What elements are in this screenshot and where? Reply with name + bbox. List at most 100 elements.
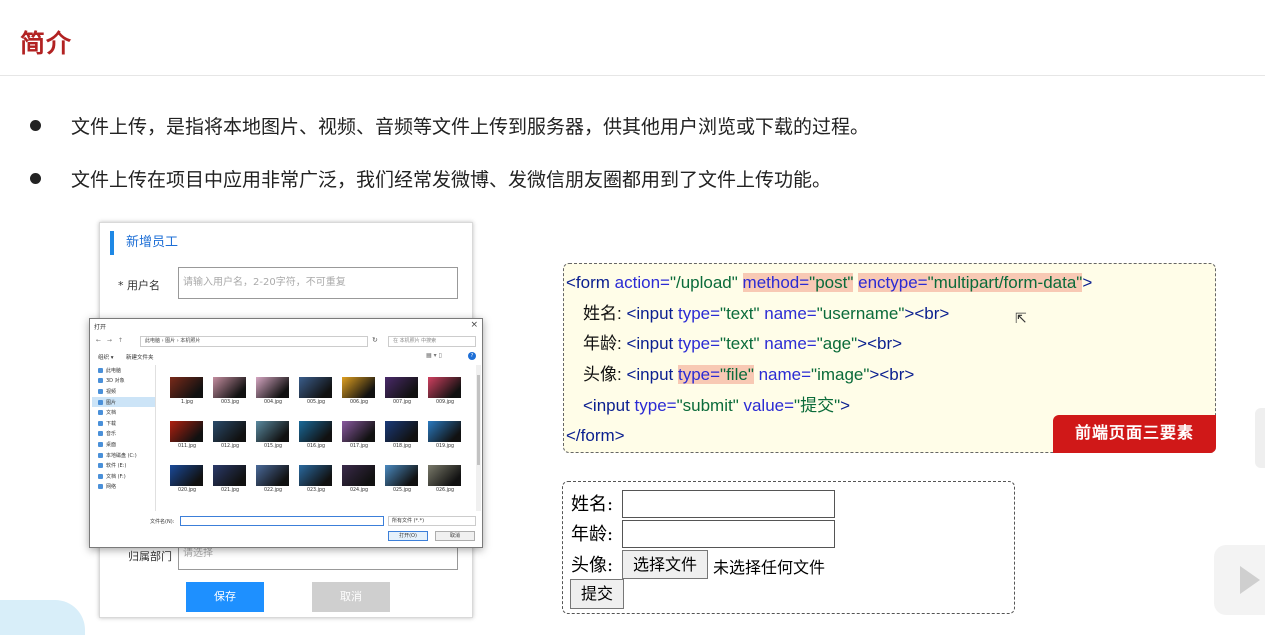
- file-thumbnail[interactable]: 016.jpg: [299, 421, 333, 451]
- file-thumbnail[interactable]: 015.jpg: [256, 421, 290, 451]
- save-button[interactable]: 保存: [186, 582, 264, 612]
- file-thumbnail[interactable]: 007.jpg: [385, 377, 419, 407]
- file-name: 025.jpg: [392, 488, 412, 493]
- name-input[interactable]: [622, 490, 835, 518]
- file-thumbnail[interactable]: 018.jpg: [385, 421, 419, 451]
- sidebar-item[interactable]: 图片: [92, 396, 155, 408]
- file-thumbnail[interactable]: 019.jpg: [428, 421, 462, 451]
- file-thumbnail[interactable]: 022.jpg: [256, 465, 290, 495]
- folder-icon: [98, 420, 103, 426]
- file-thumbnail[interactable]: 021.jpg: [213, 465, 247, 495]
- file-name: 1.jpg: [181, 400, 193, 405]
- folder-icon: [98, 441, 103, 447]
- sidebar-item-label: 图片: [106, 399, 117, 406]
- search-input[interactable]: 在 本机照片 中搜索: [388, 336, 476, 347]
- file-status-text: 未选择任何文件: [713, 558, 826, 577]
- file-name: 026.jpg: [435, 488, 455, 493]
- image-preview: [385, 465, 418, 486]
- sidebar-item-label: 下载: [106, 420, 117, 427]
- help-icon[interactable]: ?: [468, 352, 476, 360]
- slide: 简介 文件上传，是指将本地图片、视频、音频等文件上传到服务器，供其他用户浏览或下…: [0, 0, 1265, 635]
- nav-arrows-icon[interactable]: ← → ↑: [96, 337, 125, 344]
- file-thumbnail[interactable]: 006.jpg: [342, 377, 376, 407]
- image-preview: [213, 465, 246, 486]
- code-line-username: 姓名: <input type="text" name="username"><…: [583, 304, 950, 323]
- file-thumbnail[interactable]: 1.jpg: [170, 377, 204, 407]
- file-name: 006.jpg: [349, 400, 369, 405]
- file-name: 011.jpg: [177, 444, 197, 449]
- folder-icon: [98, 388, 103, 394]
- sidebar-item[interactable]: 此电脑: [92, 365, 155, 376]
- image-preview: [428, 377, 461, 398]
- choose-file-button[interactable]: 选择文件: [622, 550, 708, 579]
- username-input[interactable]: 请输入用户名，2-20字符，不可重复: [178, 267, 458, 299]
- sidebar-item[interactable]: 下载: [92, 418, 155, 429]
- code-snippet: <form action="/upload" method="post" enc…: [563, 263, 1216, 453]
- file-thumbnail[interactable]: 005.jpg: [299, 377, 333, 407]
- refresh-icon[interactable]: ↻: [372, 336, 378, 344]
- open-button[interactable]: 打开(O): [388, 531, 428, 541]
- submit-button[interactable]: 提交: [570, 579, 624, 609]
- folder-icon: [98, 484, 103, 490]
- sidebar-item-label: 文档: [106, 410, 117, 417]
- folder-icon: [98, 473, 103, 479]
- image-preview: [428, 465, 461, 486]
- file-thumbnail[interactable]: 009.jpg: [428, 377, 462, 407]
- file-thumbnail[interactable]: 003.jpg: [213, 377, 247, 407]
- slide-title: 简介: [20, 29, 73, 58]
- sidebar-item[interactable]: 视频: [92, 386, 155, 397]
- file-thumbnail[interactable]: 023.jpg: [299, 465, 333, 495]
- sidebar-item-label: 网络: [106, 484, 117, 491]
- filename-input[interactable]: [180, 516, 384, 526]
- sidebar-item[interactable]: 音乐: [92, 429, 155, 440]
- file-name: 023.jpg: [306, 488, 326, 493]
- bullet-text: 文件上传在项目中应用非常广泛，我们经常发微博、发微信朋友圈都用到了文件上传功能。: [71, 169, 832, 191]
- file-name: 020.jpg: [177, 488, 197, 493]
- title-divider: [0, 75, 1265, 76]
- scrollbar-thumb[interactable]: [477, 375, 480, 465]
- folder-icon: [98, 452, 103, 458]
- image-preview: [170, 377, 203, 398]
- dialog-cancel-button[interactable]: 取消: [435, 531, 475, 541]
- decorative-wave: [0, 600, 85, 635]
- sidebar-item-label: 3D 对象: [106, 378, 125, 385]
- sidebar-item[interactable]: 3D 对象: [92, 376, 155, 387]
- sidebar-item[interactable]: 网络: [92, 482, 155, 493]
- new-folder-button[interactable]: 新建文件夹: [126, 353, 154, 361]
- file-thumbnail[interactable]: 012.jpg: [213, 421, 247, 451]
- file-thumbnail[interactable]: 026.jpg: [428, 465, 462, 495]
- code-line-submit: <input type="submit" value="提交">: [583, 396, 851, 415]
- play-icon[interactable]: [1240, 566, 1260, 594]
- folder-icon: [98, 410, 103, 416]
- sidebar-item[interactable]: 文档 (F:): [92, 471, 155, 482]
- file-thumbnail[interactable]: 025.jpg: [385, 465, 419, 495]
- folder-icon: [98, 463, 103, 469]
- age-label: 年龄:: [571, 524, 614, 545]
- scrollbar[interactable]: [476, 365, 481, 511]
- age-input[interactable]: [622, 520, 835, 548]
- organize-button[interactable]: 组织 ▾: [98, 353, 114, 361]
- close-icon[interactable]: ×: [470, 320, 478, 330]
- cancel-button[interactable]: 取消: [312, 582, 390, 612]
- image-preview: [170, 465, 203, 486]
- sidebar-item[interactable]: 软件 (E:): [92, 460, 155, 471]
- sidebar-item[interactable]: 本地磁盘 (C:): [92, 450, 155, 461]
- side-tab[interactable]: [1255, 408, 1265, 468]
- filetype-select[interactable]: 所有文件 (*.*): [388, 516, 476, 526]
- file-thumbnail[interactable]: 017.jpg: [342, 421, 376, 451]
- file-thumbnail[interactable]: 004.jpg: [256, 377, 290, 407]
- image-preview: [256, 421, 289, 442]
- file-thumbnail[interactable]: 020.jpg: [170, 465, 204, 495]
- sidebar-item[interactable]: 文档: [92, 407, 155, 418]
- file-thumbnail[interactable]: 011.jpg: [170, 421, 204, 451]
- username-label: * 用户名: [118, 279, 160, 292]
- view-options-icon[interactable]: ▦ ▾ ▯: [426, 352, 442, 359]
- file-thumbnail[interactable]: 024.jpg: [342, 465, 376, 495]
- sidebar-item[interactable]: 桌面: [92, 439, 155, 450]
- image-preview: [385, 377, 418, 398]
- folder-icon: [98, 431, 103, 437]
- folder-icon: [98, 367, 103, 373]
- bullet-item: 文件上传在项目中应用非常广泛，我们经常发微博、发微信朋友圈都用到了文件上传功能。: [30, 165, 831, 192]
- sidebar-item-label: 此电脑: [106, 367, 122, 374]
- address-bar[interactable]: 此电脑 › 图片 › 本机照片: [140, 336, 368, 347]
